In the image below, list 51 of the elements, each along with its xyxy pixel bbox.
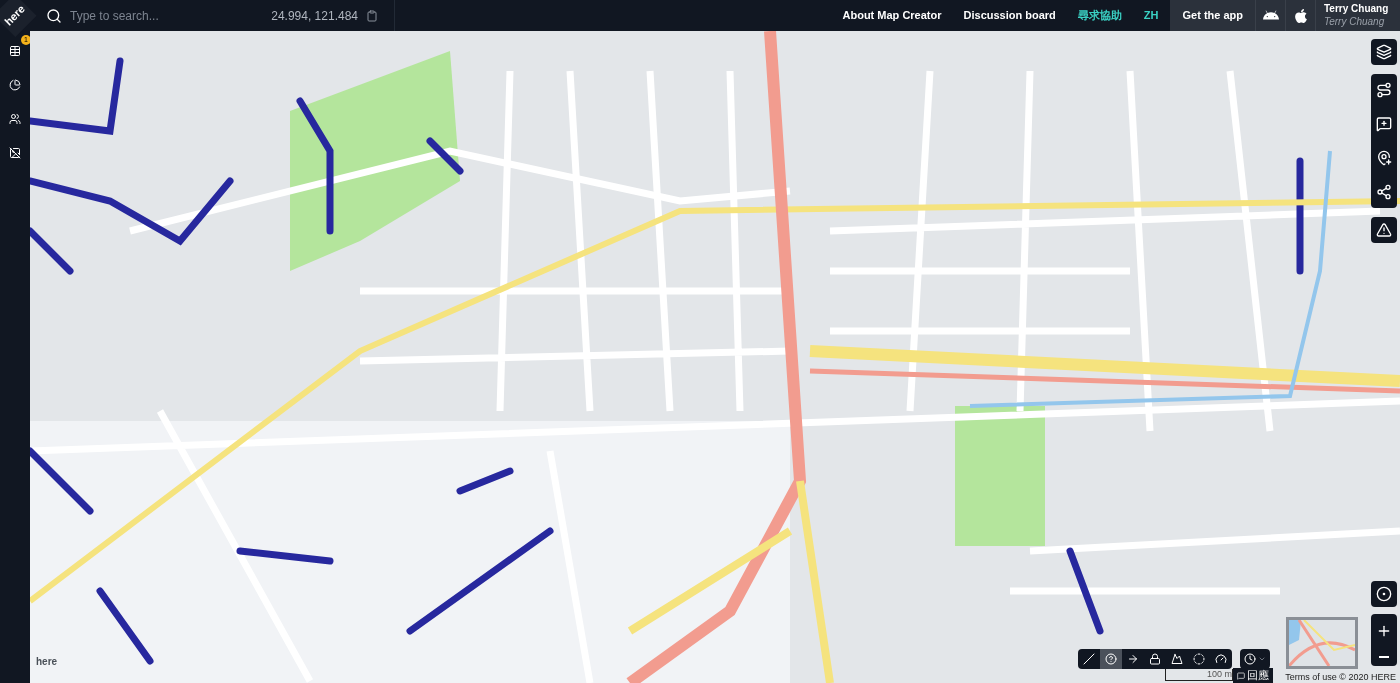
apple-icon (1292, 7, 1309, 24)
add-place-icon (1376, 150, 1392, 166)
history-button[interactable] (1240, 649, 1270, 669)
sidebar-button[interactable] (7, 77, 23, 93)
clipboard-icon[interactable] (366, 9, 378, 22)
user-menu[interactable]: Terry Chuang Terry Chuang (1316, 0, 1400, 31)
sidebar-button[interactable] (7, 145, 23, 161)
minus-icon (1379, 655, 1389, 658)
sidebar-button[interactable] (7, 43, 23, 59)
chart-icon (9, 79, 21, 91)
clock-icon (1244, 653, 1256, 665)
nav-link[interactable]: ZH (1143, 7, 1159, 24)
line-icon (1083, 653, 1095, 665)
locate-button[interactable] (1371, 581, 1397, 607)
minimap-drawing (1289, 620, 1355, 666)
feedback-label: 回應 (1247, 668, 1269, 683)
nav-link[interactable]: About Map Creator (842, 7, 942, 24)
nav-link[interactable]: 尋求協助 (1077, 7, 1122, 24)
user-subtitle: Terry Chuang (1324, 15, 1386, 28)
help-icon (1105, 653, 1117, 665)
search-field[interactable]: Type to search... (70, 6, 260, 25)
minimap[interactable] (1286, 617, 1358, 669)
image-icon (9, 147, 21, 159)
lock-icon (1149, 653, 1161, 665)
warning-button[interactable] (1371, 217, 1397, 243)
add-tool-button[interactable] (1376, 116, 1392, 132)
coordinates: 24.994, 121.484 (271, 7, 358, 25)
robot-button[interactable] (1256, 0, 1286, 31)
layers-icon (1376, 44, 1392, 60)
table-icon (9, 45, 21, 57)
warning-icon (1376, 222, 1392, 238)
target-icon (1193, 653, 1205, 665)
search-icon[interactable] (46, 7, 62, 24)
gauge-icon (1215, 653, 1227, 665)
user-name: Terry Chuang (1324, 3, 1390, 16)
feedback-button[interactable]: 回應 (1233, 668, 1273, 683)
watermark-logo: here (36, 655, 58, 669)
zoom-out-button[interactable] (1379, 655, 1389, 658)
sidebar-button[interactable] (7, 111, 23, 127)
people-icon (9, 113, 21, 125)
add-tool-button[interactable] (1376, 150, 1392, 166)
layers-button[interactable] (1371, 39, 1397, 65)
arrow-icon (1127, 653, 1139, 665)
locate-icon (1376, 586, 1392, 602)
caret-icon (1258, 655, 1266, 663)
chat-icon (1237, 671, 1245, 680)
apple-button[interactable] (1286, 0, 1316, 31)
nav-link[interactable]: Discussion board (963, 7, 1056, 24)
get-app-button[interactable]: Get the app (1170, 0, 1256, 31)
hill-icon (1171, 653, 1183, 665)
add-comment-icon (1376, 116, 1392, 132)
